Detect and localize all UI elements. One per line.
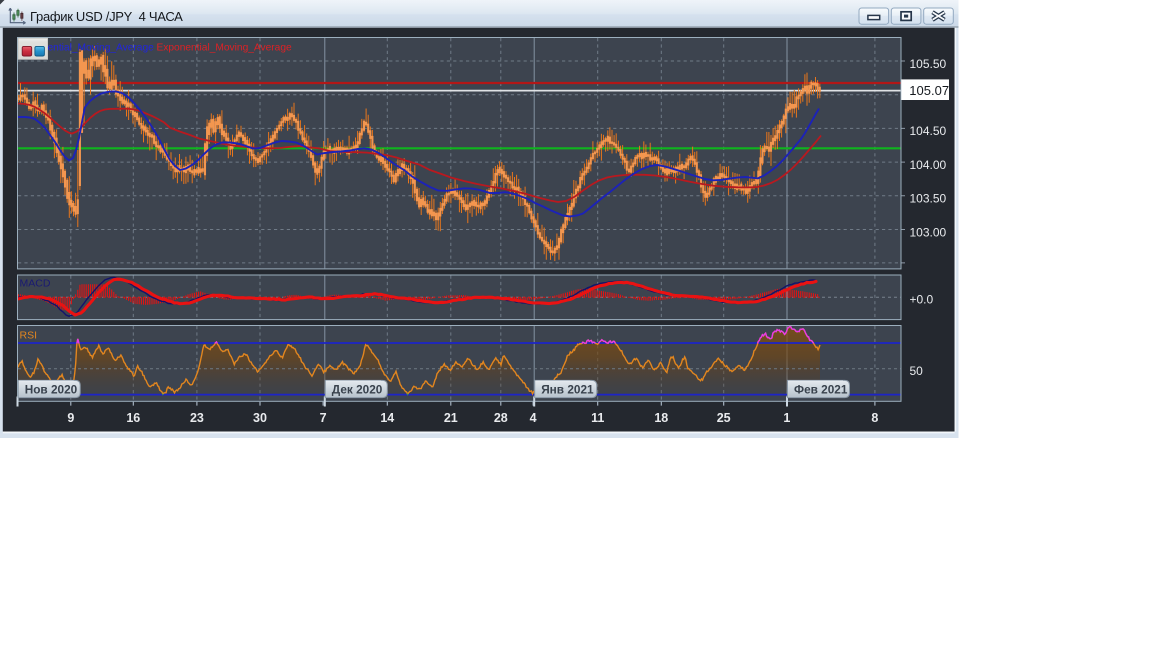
svg-text:RSI: RSI: [20, 330, 38, 342]
svg-text:4: 4: [530, 411, 537, 425]
svg-text:16: 16: [126, 411, 140, 425]
svg-text:103.50: 103.50: [910, 192, 947, 206]
svg-text:Exponential_Moving_Average: Exponential_Moving_Average: [157, 42, 293, 53]
svg-text:21: 21: [444, 411, 458, 425]
svg-text:105.07: 105.07: [909, 83, 949, 98]
svg-text:25: 25: [717, 411, 731, 425]
svg-text:Дек 2020: Дек 2020: [332, 382, 383, 396]
svg-text:MACD: MACD: [20, 278, 51, 290]
svg-text:7: 7: [320, 411, 327, 425]
svg-text:18: 18: [654, 411, 668, 425]
svg-text:28: 28: [494, 411, 508, 425]
svg-text:Фев 2021: Фев 2021: [794, 382, 848, 396]
svg-text:30: 30: [253, 411, 267, 425]
svg-text:50: 50: [910, 364, 924, 378]
svg-text:Янв 2021: Янв 2021: [541, 382, 594, 396]
svg-text:+0.0: +0.0: [910, 292, 934, 306]
svg-text:14: 14: [380, 411, 394, 425]
svg-text:11: 11: [591, 411, 604, 425]
svg-text:105.50: 105.50: [910, 57, 947, 71]
svg-text:ential_Moving_Average: ential_Moving_Average: [48, 42, 155, 53]
svg-text:9: 9: [67, 411, 74, 425]
svg-text:104.50: 104.50: [910, 124, 947, 138]
svg-text:8: 8: [871, 411, 878, 425]
svg-text:23: 23: [190, 411, 204, 425]
svg-text:График USD /JPY 4 ЧАСА: График USD /JPY 4 ЧАСА: [30, 9, 183, 24]
svg-text:104.00: 104.00: [910, 158, 947, 172]
svg-text:Нов 2020: Нов 2020: [25, 382, 78, 396]
svg-text:103.00: 103.00: [910, 225, 947, 239]
svg-text:1: 1: [783, 411, 790, 425]
